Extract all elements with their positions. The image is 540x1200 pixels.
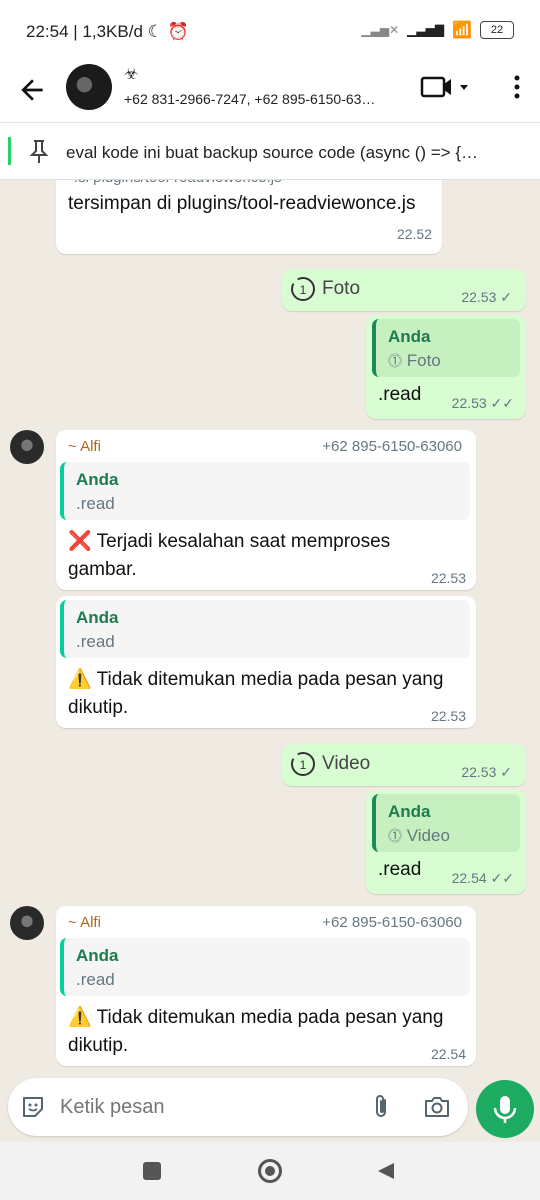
quote-author: Anda [388,802,431,821]
sender-avatar[interactable] [10,430,44,464]
message-time: 22.53 ✓ [461,764,512,780]
pin-icon [29,140,49,163]
sender-phone[interactable]: +62 895-6150-63060 [322,914,462,931]
chat-area[interactable]: .si plugins/tool-readviewonce.js tersimp… [0,180,540,1080]
recent-apps-button[interactable] [143,1162,161,1180]
view-once-icon: 1 [291,752,315,776]
sticker-icon[interactable] [20,1094,46,1120]
quoted-message[interactable]: Anda .read [60,938,470,996]
quote-text: .read [76,494,115,513]
wifi-icon: 📶 [452,22,472,39]
mic-icon [493,1096,517,1123]
sender-avatar[interactable] [10,906,44,940]
back-button[interactable] [376,1161,396,1181]
camera-icon[interactable] [422,1092,452,1122]
back-arrow-icon[interactable] [16,74,48,106]
message-text: ⚠️ Tidak ditemukan media pada pesan yang… [68,1007,444,1056]
pinned-text: eval kode ini buat backup source code (a… [66,143,479,162]
view-once-icon: 1 [291,277,315,301]
message-bubble[interactable]: Anda ⓵ Video .read 22.54 ✓✓ [366,790,526,894]
message-input-bar [8,1078,468,1136]
quote-author: Anda [76,946,119,965]
message-input[interactable] [60,1092,340,1122]
message-time: 22.52 [396,226,432,242]
view-once-icon: ⓵ [388,828,402,844]
message-time: 22.54 [430,1046,466,1062]
message-time: 22.53 ✓✓ [451,395,514,411]
message-label: Foto [322,278,361,299]
video-call-icon[interactable] [420,74,470,100]
more-options-icon[interactable] [512,74,522,100]
sender-name[interactable]: ~ Alfi [68,438,101,455]
view-once-video-message[interactable]: 1 Video 22.53 ✓ [282,744,526,786]
message-text: .read [378,859,422,880]
quote-text: ⓵ Video [388,826,450,845]
message-text: ⚠️ Tidak ditemukan media pada pesan yang… [68,669,444,718]
message-text: .read [378,384,422,405]
message-bubble[interactable]: ~ Alfi +62 895-6150-63060 Anda .read ⚠️ … [56,906,476,1066]
quote-text: .read [76,970,115,989]
home-button[interactable] [258,1159,282,1183]
svg-text:1: 1 [300,283,307,297]
message-bubble[interactable]: ~ Alfi +62 895-6150-63060 Anda .read ❌ T… [56,430,476,590]
message-label: Video [322,753,371,774]
message-bubble[interactable]: Anda .read ⚠️ Tidak ditemukan media pada… [56,596,476,728]
chat-participants[interactable]: +62 831-2966-7247, +62 895-6150-63… [124,91,404,107]
message-time: 22.53 ✓ [461,289,512,305]
system-icons: ▁▃▅✕ ▁▃▅▇ 📶 22 [361,20,514,40]
message-text: tersimpan di plugins/tool-readviewonce.j… [68,193,416,214]
status-time: 22:54 | 1,3KB/d ☾ ⏰ [26,22,189,41]
system-nav-bar [0,1142,540,1200]
pinned-indicator [8,137,11,165]
message-text: ❌ Terjadi kesalahan saat memproses gamba… [68,531,391,580]
quoted-message[interactable]: Anda ⓵ Video [372,794,520,852]
message-bubble[interactable]: .si plugins/tool-readviewonce.js tersimp… [56,180,442,254]
battery-icon: 22 [480,21,514,39]
group-avatar[interactable] [66,64,112,110]
message-time: 22.53 [430,570,466,586]
view-once-photo-message[interactable]: 1 Foto 22.53 ✓ [282,269,526,311]
message-time: 22.53 [430,708,466,724]
status-bar: 22:54 | 1,3KB/d ☾ ⏰ ▁▃▅✕ ▁▃▅▇ 📶 22 [0,0,540,60]
quoted-message[interactable]: Anda .read [60,600,470,658]
quote-text: ⓵ Foto [388,351,441,370]
quoted-message[interactable]: Anda .read [60,462,470,520]
message-bubble[interactable]: Anda ⓵ Foto .read 22.53 ✓✓ [366,315,526,419]
quote-author: Anda [388,327,431,346]
message-time: 22.54 ✓✓ [451,870,514,886]
sender-phone[interactable]: +62 895-6150-63060 [322,438,462,455]
quote-text: .read [76,632,115,651]
chat-header: ☣ +62 831-2966-7247, +62 895-6150-63… [0,60,540,122]
quote-author: Anda [76,470,119,489]
quote-author: Anda [76,608,119,627]
attach-icon[interactable] [366,1092,396,1122]
quoted-message[interactable]: Anda ⓵ Foto [372,319,520,377]
svg-text:1: 1 [300,758,307,772]
chat-title-icon[interactable]: ☣ [124,64,138,84]
voice-record-button[interactable] [476,1080,534,1138]
sender-name[interactable]: ~ Alfi [68,914,101,931]
signal-icon: ▁▃▅✕ [361,23,400,37]
view-once-icon: ⓵ [388,353,402,369]
pinned-message-bar[interactable]: eval kode ini buat backup source code (a… [0,122,540,180]
signal-icon: ▁▃▅▇ [407,23,445,37]
